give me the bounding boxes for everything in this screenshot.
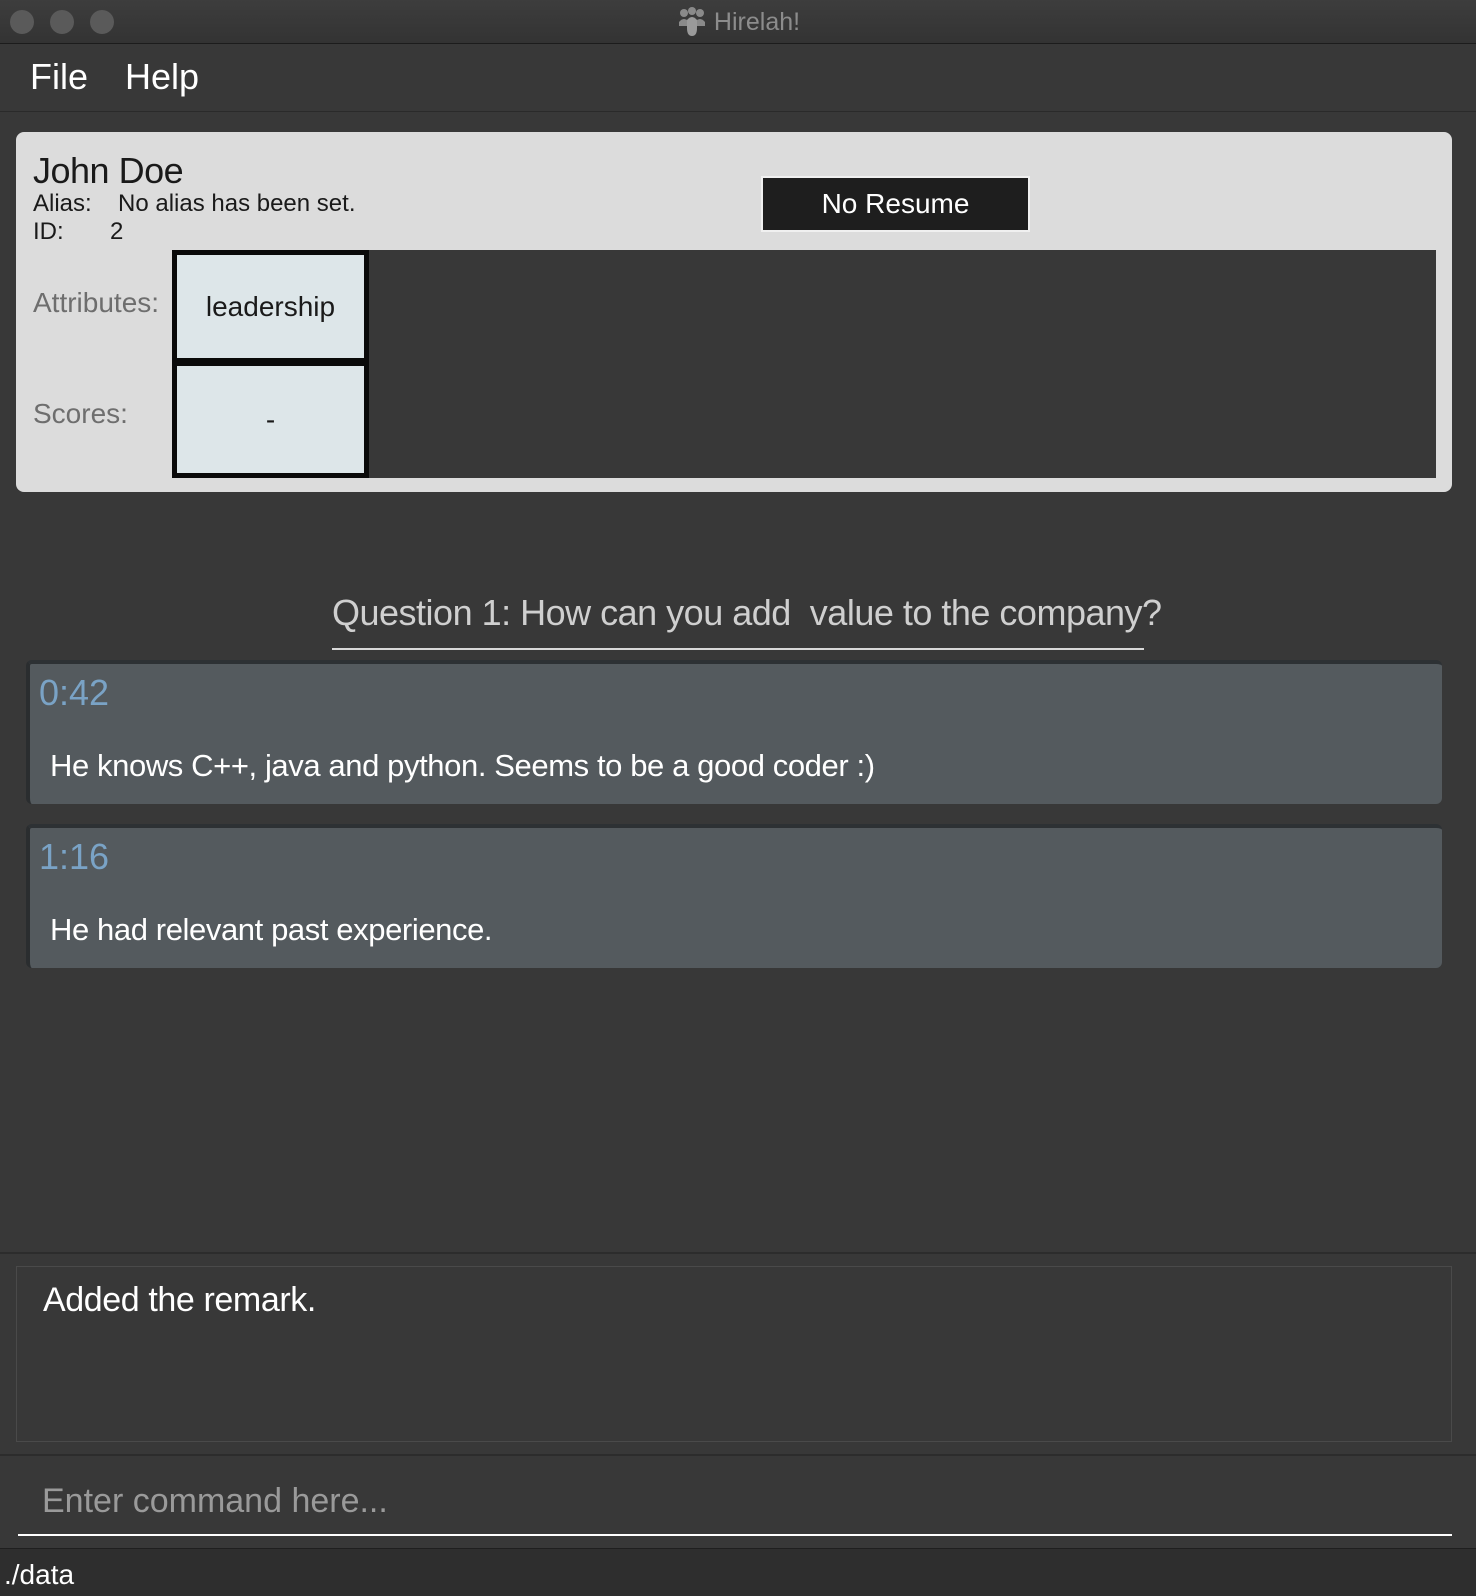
title-bar: Hirelah!: [0, 0, 1476, 44]
result-display: Added the remark.: [16, 1266, 1452, 1442]
alias-label: Alias:: [33, 190, 92, 217]
attributes-label: Attributes:: [33, 287, 160, 318]
data-path-label: ./data: [4, 1559, 75, 1590]
attribute-cell: leadership: [172, 250, 369, 363]
menu-file[interactable]: File: [30, 56, 88, 98]
menu-bar: File Help: [0, 44, 1476, 112]
remark-time: 1:16: [39, 836, 110, 877]
candidate-name: John Doe: [33, 150, 184, 191]
remark-card[interactable]: 1:16 He had relevant past experience.: [26, 824, 1442, 968]
scores-label: Scores:: [33, 398, 128, 429]
status-bar: ./data: [0, 1548, 1476, 1596]
remark-card[interactable]: 0:42 He knows C++, java and python. Seem…: [26, 660, 1442, 804]
id-value: 2: [110, 218, 124, 245]
no-resume-button[interactable]: No Resume: [761, 176, 1030, 232]
id-label: ID:: [33, 218, 64, 245]
app-window: Hirelah! File Help John Doe Alias: No ali…: [0, 0, 1476, 1596]
window-title: Hirelah!: [713, 7, 801, 36]
attribute-score-grid: leadership -: [172, 250, 1436, 478]
alias-value: No alias has been set.: [118, 190, 356, 217]
id-row: ID: 2: [33, 218, 123, 246]
candidate-card: John Doe Alias: No alias has been set. ID…: [16, 132, 1452, 492]
score-cell: -: [172, 361, 369, 478]
command-input[interactable]: [18, 1468, 1452, 1536]
result-message: Added the remark.: [43, 1281, 316, 1319]
remark-time: 0:42: [39, 672, 110, 713]
question-heading: Question 1: How can you add value to the…: [332, 592, 1162, 650]
remark-text: He had relevant past experience.: [50, 912, 493, 947]
alias-row: Alias: No alias has been set.: [33, 190, 355, 218]
title-group: Hirelah!: [0, 0, 1476, 44]
command-divider: [0, 1454, 1476, 1456]
result-divider: [0, 1252, 1476, 1254]
menu-help[interactable]: Help: [125, 56, 199, 98]
people-group-icon: [678, 7, 705, 36]
remark-text: He knows C++, java and python. Seems to …: [50, 748, 875, 783]
